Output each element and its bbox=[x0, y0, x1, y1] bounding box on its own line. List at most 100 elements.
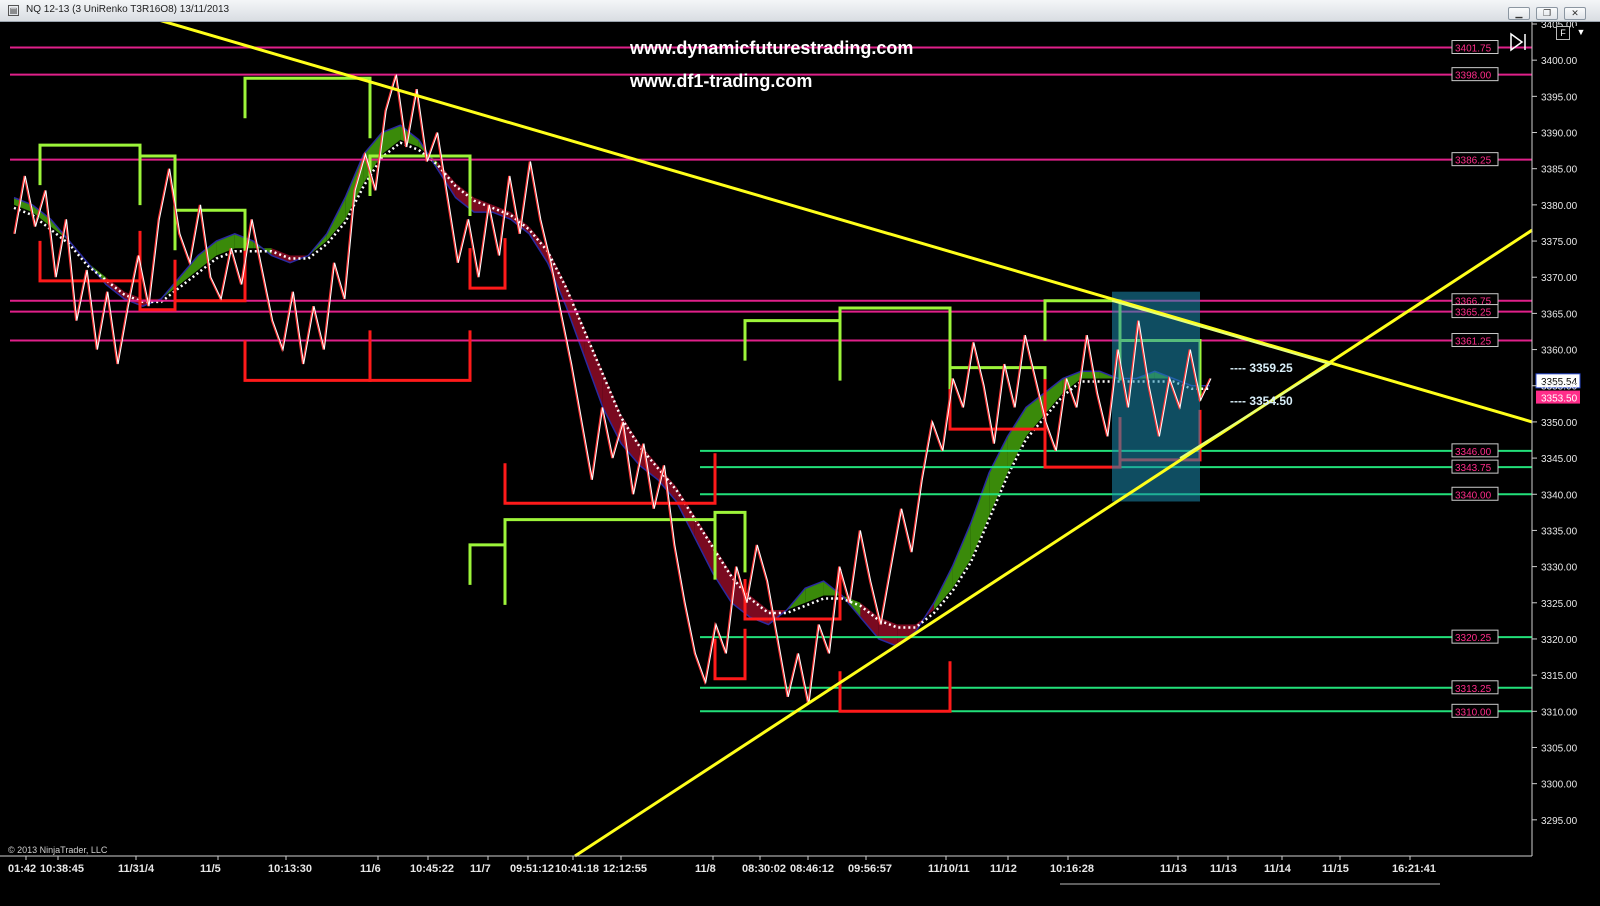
ribbon-layer bbox=[13, 124, 1210, 648]
time-tick-label: 11/7 bbox=[470, 863, 491, 875]
bid-price-label: 3353.50 bbox=[1541, 394, 1578, 405]
price-tick-label: 3300.00 bbox=[1541, 780, 1578, 791]
price-line bbox=[14, 74, 1212, 705]
time-tick-label: 11/12 bbox=[990, 863, 1017, 875]
level-tag-label: 3346.00 bbox=[1455, 447, 1492, 458]
level-tag-label: 3398.00 bbox=[1455, 71, 1492, 82]
time-tick-label: 08:46:12 bbox=[790, 863, 834, 875]
level-tag-label: 3343.75 bbox=[1455, 463, 1492, 474]
price-tick-label: 3325.00 bbox=[1541, 599, 1578, 610]
ribbon-fast-line bbox=[13, 124, 1210, 648]
url-watermark-primary: www.dynamicfuturestrading.com bbox=[629, 38, 913, 58]
time-tick-label: 10:38:45 bbox=[40, 863, 84, 875]
price-chart[interactable]: 3401.753398.003386.253366.753365.253361.… bbox=[0, 22, 1600, 906]
price-axis: 3295.00 3300.00 3305.00 3310.00 3315.00 3320.… bbox=[0, 22, 1578, 857]
price-tick-label: 3365.00 bbox=[1541, 309, 1578, 320]
time-tick-label: 11/13 bbox=[1160, 863, 1187, 875]
time-tick-label: 11/31/4 bbox=[118, 863, 155, 875]
price-tick-label: 3340.00 bbox=[1541, 490, 1578, 501]
url-watermark-secondary: www.df1-trading.com bbox=[629, 71, 812, 91]
swing-low-box bbox=[368, 330, 472, 382]
up-trendline bbox=[574, 228, 1533, 858]
close-icon: ✕ bbox=[1571, 8, 1579, 18]
swing-high-box bbox=[38, 143, 142, 206]
time-tick-label: 12:12:55 bbox=[603, 863, 647, 875]
ribbon-segment bbox=[345, 154, 364, 220]
swing-high-box bbox=[1043, 299, 1122, 361]
price-tick-label: 3310.00 bbox=[1541, 707, 1578, 718]
level-tag-label: 3310.00 bbox=[1455, 707, 1492, 718]
ribbon-segment bbox=[1044, 378, 1063, 415]
time-tick-label: 10:13:30 bbox=[268, 863, 312, 875]
ribbon-segment bbox=[952, 523, 971, 589]
time-tick-label: 11/15 bbox=[1322, 863, 1349, 875]
time-tick-label: 08:30:02 bbox=[742, 863, 786, 875]
time-tick-label: 11/10/11 bbox=[928, 863, 970, 875]
price-tick-label: 3345.00 bbox=[1541, 454, 1578, 465]
price-tick-label: 3395.00 bbox=[1541, 92, 1578, 103]
restore-icon: ❐ bbox=[1542, 8, 1552, 18]
time-tick-label: 11/8 bbox=[695, 863, 716, 875]
swing-box-layer bbox=[38, 76, 1202, 713]
minimize-icon: ▁ bbox=[1515, 8, 1523, 18]
restore-button[interactable]: ❐ bbox=[1536, 7, 1558, 20]
price-tick-label: 3305.00 bbox=[1541, 743, 1578, 754]
target-label-upper: ---- 3359.25 bbox=[1230, 361, 1293, 375]
time-tick-label: 01:42 bbox=[8, 863, 36, 875]
ribbon-segment bbox=[1007, 407, 1026, 473]
price-tick-label: 3380.00 bbox=[1541, 201, 1578, 212]
price-tick-label: 3330.00 bbox=[1541, 563, 1578, 574]
minimize-button[interactable]: ▁ bbox=[1508, 7, 1530, 20]
f-toggle-button[interactable]: F bbox=[1556, 26, 1570, 40]
price-tick-label: 3355.00 bbox=[1541, 382, 1578, 393]
level-tag-label: 3320.25 bbox=[1455, 633, 1492, 644]
price-tick-label: 3335.00 bbox=[1541, 526, 1578, 537]
time-tick-label: 09:51:12 bbox=[510, 863, 554, 875]
ribbon-segment bbox=[989, 436, 1008, 516]
time-tick-label: 10:45:22 bbox=[410, 863, 454, 875]
time-tick-label: 11/5 bbox=[200, 863, 221, 875]
time-tick-label: 10:16:28 bbox=[1050, 863, 1094, 875]
time-tick-label: 11/6 bbox=[360, 863, 381, 875]
time-axis: 01:42 10:38:45 11/31/4 11/5 10:13:30 11/6 10:4… bbox=[8, 856, 1440, 885]
chart-window: ▤ NQ 12-13 (3 UniRenko T3R16O8) 13/11/20… bbox=[0, 0, 1600, 906]
price-tick-label: 3295.00 bbox=[1541, 816, 1578, 827]
price-tick-label: 3315.00 bbox=[1541, 671, 1578, 682]
time-tick-label: 16:21:41 bbox=[1392, 863, 1436, 875]
target-label-lower: ---- 3354.50 bbox=[1230, 394, 1293, 408]
level-tag-label: 3340.00 bbox=[1455, 490, 1492, 501]
close-button[interactable]: ✕ bbox=[1564, 7, 1586, 20]
ribbon-segment bbox=[1081, 371, 1100, 379]
time-tick-label: 11/13 bbox=[1210, 863, 1237, 875]
level-tag-label: 3313.25 bbox=[1455, 684, 1492, 695]
swing-high-box bbox=[743, 319, 842, 381]
price-line-layer bbox=[13, 74, 1212, 705]
swing-high-box bbox=[243, 76, 372, 139]
chart-app-icon: ▤ bbox=[8, 5, 19, 16]
time-tick-label: 10:41:18 bbox=[555, 863, 599, 875]
price-tick-label: 3385.00 bbox=[1541, 165, 1578, 176]
level-tag-label: 3361.25 bbox=[1455, 337, 1492, 348]
swing-low-box bbox=[838, 661, 952, 713]
trendline-layer bbox=[160, 22, 1533, 858]
level-tag-layer: 3401.753398.003386.253366.753365.253361.… bbox=[1451, 40, 1581, 718]
swing-high-box bbox=[838, 306, 952, 368]
price-tick-label: 3370.00 bbox=[1541, 273, 1578, 284]
swing-low-box bbox=[503, 453, 717, 505]
dropdown-icon[interactable]: ▼ bbox=[1574, 26, 1588, 40]
level-tag-label: 3386.25 bbox=[1455, 156, 1492, 167]
swing-high-box bbox=[138, 154, 177, 217]
price-tick-label: 3375.00 bbox=[1541, 237, 1578, 248]
swing-high-box bbox=[468, 543, 507, 605]
time-tick-label: 11/14 bbox=[1264, 863, 1292, 875]
title-bar[interactable]: ▤ NQ 12-13 (3 UniRenko T3R16O8) 13/11/20… bbox=[0, 0, 1600, 22]
price-tick-label: 3390.00 bbox=[1541, 129, 1578, 140]
swing-high-box bbox=[503, 518, 717, 580]
window-title: NQ 12-13 (3 UniRenko T3R16O8) 13/11/2013 bbox=[26, 4, 230, 15]
time-tick-label: 09:56:57 bbox=[848, 863, 892, 875]
ribbon-slow-dotted-line bbox=[13, 141, 1210, 629]
copyright-text: © 2013 NinjaTrader, LLC bbox=[8, 845, 108, 855]
level-tag-label: 3365.25 bbox=[1455, 308, 1492, 319]
price-line-shadow bbox=[13, 74, 1211, 705]
level-tag-label: 3401.75 bbox=[1455, 44, 1492, 55]
